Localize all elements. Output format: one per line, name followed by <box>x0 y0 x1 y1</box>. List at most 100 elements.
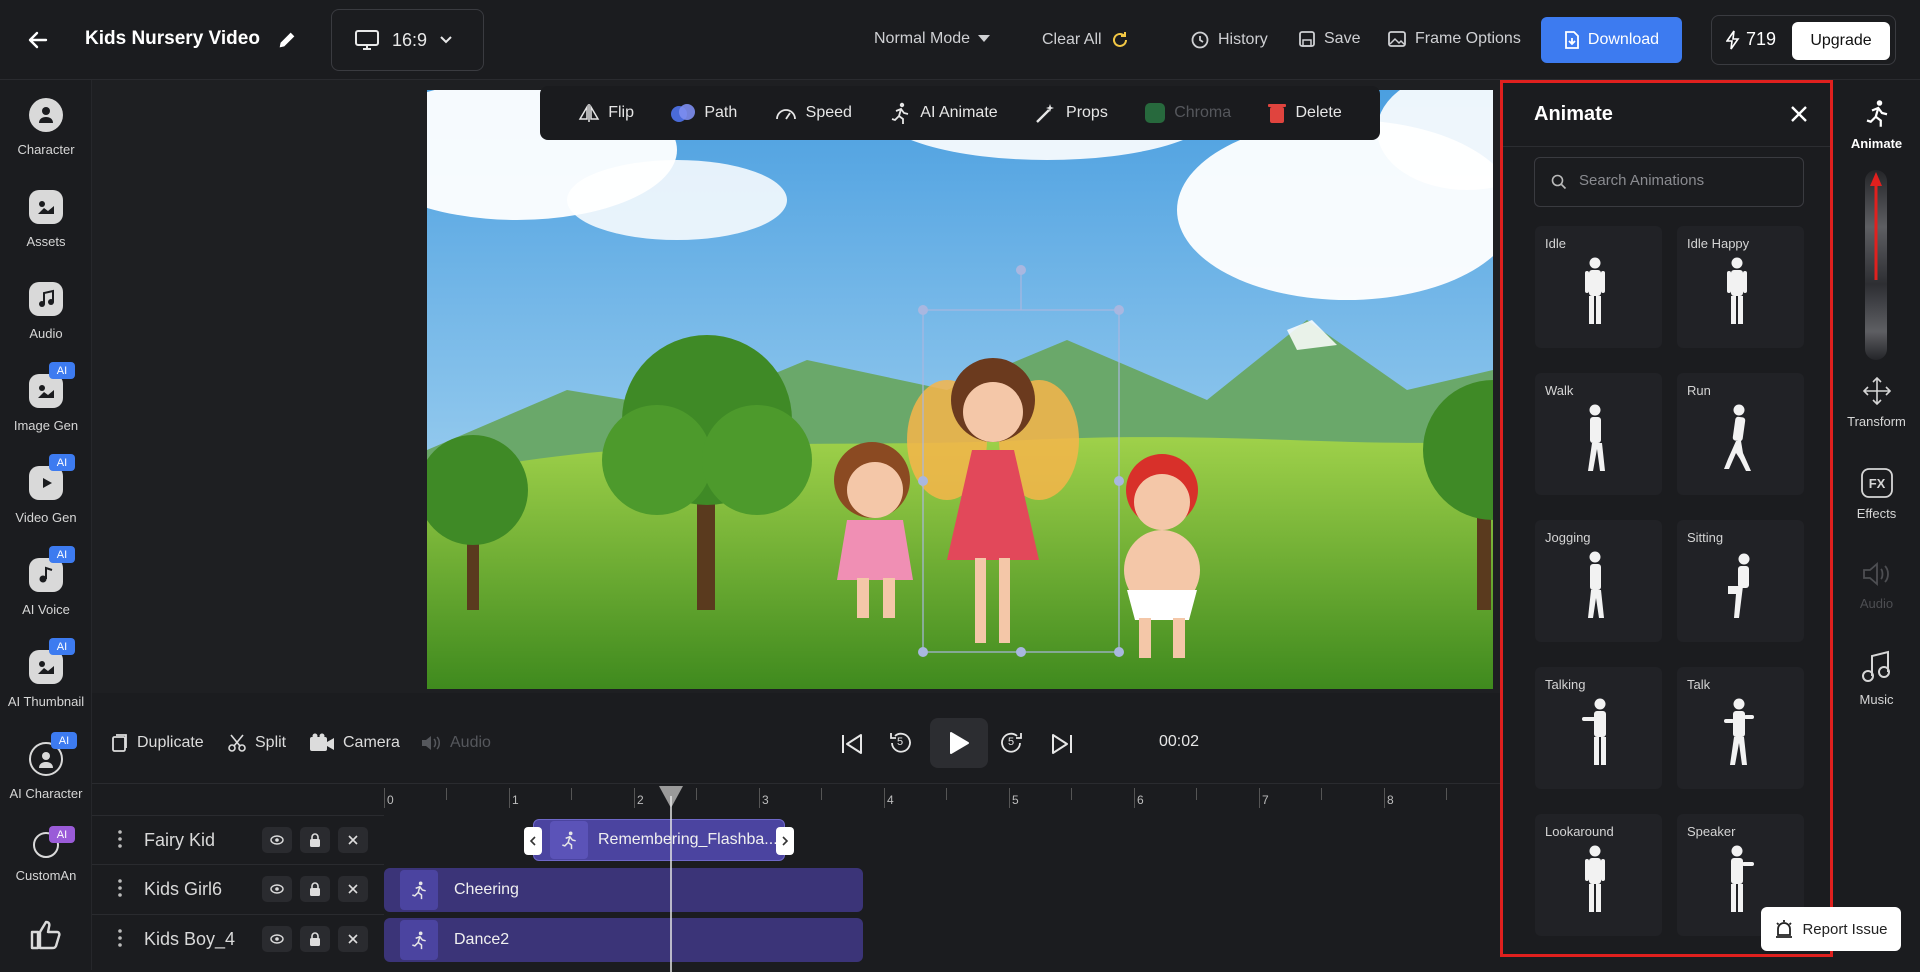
frame-options-label: Frame Options <box>1415 30 1521 47</box>
monitor-icon <box>354 29 380 51</box>
track-row-fairy-kid[interactable]: Fairy Kid <box>92 815 384 863</box>
download-button[interactable]: Download <box>1541 17 1682 63</box>
mode-select[interactable]: Normal Mode <box>874 30 991 48</box>
props-button[interactable]: Props <box>1034 101 1108 125</box>
ruler-tick <box>634 788 635 808</box>
sidebar-item-custom-animation[interactable]: AI CustomAn <box>0 826 92 883</box>
camera-label: Camera <box>343 734 400 751</box>
close-icon[interactable] <box>338 876 368 902</box>
sidebar-item-ai-character[interactable]: AI AI Character <box>0 732 92 801</box>
close-icon[interactable] <box>338 926 368 952</box>
play-button[interactable] <box>930 718 988 768</box>
trim-right-handle[interactable] <box>776 827 794 855</box>
animation-card-run[interactable]: Run <box>1677 373 1804 495</box>
trim-left-handle[interactable] <box>524 827 542 855</box>
credits-box: 719 Upgrade <box>1711 15 1896 65</box>
speed-button[interactable]: Speed <box>774 102 852 124</box>
ruler-tick <box>1196 788 1197 800</box>
clip-label: Dance2 <box>454 931 510 948</box>
camera-button[interactable]: Camera <box>309 733 400 753</box>
lock-icon[interactable] <box>300 876 330 902</box>
history-button[interactable]: History <box>1190 30 1268 50</box>
report-issue-button[interactable]: Report Issue <box>1761 907 1901 951</box>
eye-icon[interactable] <box>262 926 292 952</box>
sidebar-item-ai-thumbnail[interactable]: AI AI Thumbnail <box>0 638 92 709</box>
path-label: Path <box>704 104 738 121</box>
track-controls <box>262 876 368 902</box>
animation-card-jogging[interactable]: Jogging <box>1535 520 1662 642</box>
forward-5-button[interactable]: 5 <box>998 730 1024 756</box>
clip-dance2[interactable]: Dance2 <box>384 918 863 962</box>
path-button[interactable]: Path <box>670 102 737 124</box>
track-row-kids-girl6[interactable]: Kids Girl6 <box>92 864 384 912</box>
flip-button[interactable]: Flip <box>578 103 634 123</box>
sidebar-item-image-gen[interactable]: AI Image Gen <box>0 362 92 433</box>
rail-item-transform[interactable]: Transform <box>1833 376 1920 429</box>
animation-card-walk[interactable]: Walk <box>1535 373 1662 495</box>
time-ruler[interactable]: 0 1 2 3 4 5 6 7 8 <box>384 784 1500 814</box>
image-gen-icon: AI <box>29 362 75 408</box>
lock-icon[interactable] <box>300 827 330 853</box>
animation-card-lookaround[interactable]: Lookaround <box>1535 814 1662 936</box>
edit-pencil-icon[interactable] <box>276 29 298 51</box>
close-panel-icon[interactable] <box>1790 105 1808 123</box>
search-animations-input[interactable] <box>1579 172 1789 189</box>
back-arrow-icon[interactable] <box>26 28 50 52</box>
sidebar-item-audio[interactable]: Audio <box>0 282 92 341</box>
ai-animate-button[interactable]: AI Animate <box>888 101 998 125</box>
rewind-5-button[interactable]: 5 <box>888 730 914 756</box>
save-button[interactable]: Save <box>1298 30 1360 48</box>
ruler-tick <box>1259 788 1260 808</box>
custom-animation-icon: AI <box>33 826 75 858</box>
audio-button[interactable]: Audio <box>420 733 491 753</box>
animation-card-sitting[interactable]: Sitting <box>1677 520 1804 642</box>
drag-handle-icon[interactable] <box>118 929 122 947</box>
talk-figure-icon <box>1722 697 1756 767</box>
frame-options-button[interactable]: Frame Options <box>1387 30 1521 48</box>
animation-card-idle[interactable]: Idle <box>1535 226 1662 348</box>
ruler-tick <box>821 788 822 800</box>
clip-cheering[interactable]: Cheering <box>384 868 863 912</box>
rail-item-music[interactable]: Music <box>1833 650 1920 707</box>
sidebar-item-ai-voice[interactable]: AI AI Voice <box>0 546 92 617</box>
sidebar-item-assets[interactable]: Assets <box>0 190 92 249</box>
animation-card-talk[interactable]: Talk <box>1677 667 1804 789</box>
audio-icon <box>29 282 63 316</box>
thumbs-up-icon[interactable] <box>28 918 62 952</box>
animate-panel: Animate Idle Idle Happy Walk Run Jogging… <box>1500 80 1833 957</box>
aspect-ratio-select[interactable]: 16:9 <box>331 9 484 71</box>
duplicate-button[interactable]: Duplicate <box>111 733 204 753</box>
speaker-icon <box>1862 560 1892 588</box>
ruler-tick <box>1446 788 1447 800</box>
ruler-tick-label: 7 <box>1262 793 1269 807</box>
lock-icon[interactable] <box>300 926 330 952</box>
clear-all-button[interactable]: Clear All <box>1042 30 1130 50</box>
animation-card-idle-happy[interactable]: Idle Happy <box>1677 226 1804 348</box>
animation-label: Sitting <box>1687 530 1724 545</box>
drag-handle-icon[interactable] <box>118 879 122 897</box>
scene-stage[interactable] <box>427 90 1493 689</box>
upgrade-button[interactable]: Upgrade <box>1792 22 1890 60</box>
skip-end-icon[interactable] <box>1050 733 1074 755</box>
animation-label: Talk <box>1687 677 1711 692</box>
eye-icon[interactable] <box>262 876 292 902</box>
split-button[interactable]: Split <box>227 733 286 753</box>
ruler-tick <box>1009 788 1010 808</box>
track-row-kids-boy4[interactable]: Kids Boy_4 <box>92 914 384 962</box>
forward-seconds: 5 <box>1008 736 1015 748</box>
track-controls <box>262 827 368 853</box>
skip-start-icon[interactable] <box>840 733 864 755</box>
chroma-button[interactable]: Chroma <box>1144 102 1231 124</box>
drag-handle-icon[interactable] <box>118 830 122 848</box>
animation-card-talking[interactable]: Talking <box>1535 667 1662 789</box>
eye-icon[interactable] <box>262 827 292 853</box>
panel-title: Animate <box>1534 103 1613 125</box>
close-icon[interactable] <box>338 827 368 853</box>
sidebar-item-character[interactable]: Character <box>0 98 92 157</box>
rail-item-animate[interactable]: Animate <box>1833 98 1920 151</box>
rail-item-effects[interactable]: FX Effects <box>1833 468 1920 521</box>
rail-item-audio[interactable]: Audio <box>1833 560 1920 611</box>
delete-button[interactable]: Delete <box>1267 102 1342 124</box>
sidebar-item-video-gen[interactable]: AI Video Gen <box>0 454 92 525</box>
playhead[interactable] <box>657 786 685 972</box>
